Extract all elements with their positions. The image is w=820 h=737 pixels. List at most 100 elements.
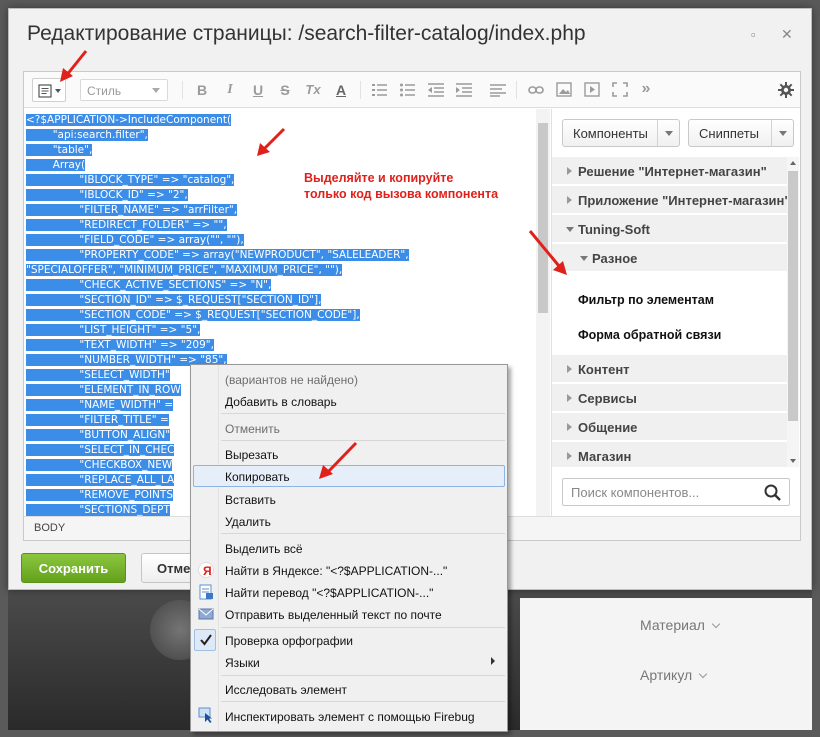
- text-color-icon[interactable]: A: [333, 82, 349, 98]
- search-placeholder: Поиск компонентов...: [571, 485, 700, 500]
- article-filter[interactable]: Артикул: [640, 667, 708, 683]
- menu-languages[interactable]: Языки: [225, 656, 260, 670]
- selected-code-text: "LIST_HEIGHT" => "5",: [26, 324, 201, 336]
- style-select-value: Стиль: [87, 84, 122, 98]
- yandex-icon: Я: [198, 562, 214, 578]
- tree-item-content[interactable]: Контент: [552, 355, 787, 383]
- code-line: "BUTTON_ALIGN": [26, 428, 171, 443]
- menu-cut[interactable]: Вырезать: [225, 448, 278, 462]
- outdent-icon[interactable]: [428, 83, 444, 97]
- annotation-arrow-icon: [257, 127, 286, 156]
- clear-format-icon[interactable]: Tx: [305, 82, 321, 97]
- selected-code-text: "SECTION_ID" => $_REQUEST["SECTION_ID"],: [26, 294, 322, 306]
- tree-item-shop[interactable]: Магазин: [552, 442, 787, 467]
- code-scrollbar[interactable]: [536, 109, 550, 516]
- fullscreen-icon[interactable]: [612, 82, 628, 97]
- more-tools-icon[interactable]: »: [638, 80, 654, 98]
- bold-icon[interactable]: B: [194, 82, 210, 98]
- selected-code-text: "BUTTON_ALIGN": [26, 429, 171, 441]
- chevron-down-icon: [152, 88, 160, 93]
- search-icon[interactable]: [764, 484, 781, 501]
- align-icon[interactable]: [490, 83, 506, 97]
- link-icon[interactable]: [528, 83, 544, 97]
- image-icon[interactable]: [556, 82, 572, 97]
- menu-select-all[interactable]: Выделить всё: [225, 542, 303, 556]
- video-icon[interactable]: [584, 82, 600, 97]
- code-line: "REPLACE_ALL_LA: [26, 473, 175, 488]
- tree-item-tuning-soft[interactable]: Tuning-Soft: [552, 215, 787, 243]
- code-line: "api:search.filter",: [26, 128, 148, 143]
- code-line: "SPECIALOFFER", "MINIMUM_PRICE", "MAXIMU…: [26, 263, 343, 278]
- tree-item-eshop-app[interactable]: Приложение "Интернет-магазин": [552, 186, 787, 214]
- scroll-down-icon[interactable]: [790, 459, 796, 463]
- menu-paste[interactable]: Вставить: [225, 493, 276, 507]
- ordered-list-icon[interactable]: [372, 83, 388, 97]
- code-line: "FILTER_TITLE" =: [26, 413, 169, 428]
- scroll-up-icon[interactable]: [790, 161, 796, 165]
- strikethrough-icon[interactable]: S: [277, 82, 293, 98]
- style-select[interactable]: Стиль: [80, 79, 168, 101]
- hint-line-1: Выделяйте и копируйте: [304, 171, 454, 185]
- annotation-arrow-icon: [319, 441, 358, 479]
- instruction-annotation: Выделяйте и копируйте только код вызова …: [304, 170, 498, 202]
- components-button[interactable]: Компоненты: [562, 119, 680, 147]
- editor-toolbar: Стиль B I U S Tx A »: [24, 72, 800, 108]
- selected-code-text: "IBLOCK_ID" => "2",: [26, 189, 188, 201]
- code-scrollbar-thumb[interactable]: [538, 123, 548, 313]
- indent-icon[interactable]: [456, 83, 472, 97]
- components-tree: Решение "Интернет-магазин" Приложение "И…: [552, 157, 787, 467]
- save-button[interactable]: Сохранить: [21, 553, 126, 583]
- selected-code-text: "TEXT_WIDTH" => "209",: [26, 339, 214, 351]
- source-mode-icon: [38, 84, 52, 98]
- tree-item-eshop-solution[interactable]: Решение "Интернет-магазин": [552, 157, 787, 185]
- selected-code-text: "CHECKBOX_NEW: [26, 459, 173, 471]
- toolbar-divider: [182, 81, 183, 99]
- selected-code-text: "IBLOCK_TYPE" => "catalog",: [26, 174, 235, 186]
- article-label: Артикул: [640, 667, 693, 683]
- selected-code-text: "NAME_WIDTH" =: [26, 399, 174, 411]
- menu-inspect[interactable]: Исследовать элемент: [225, 683, 347, 697]
- chevron-down-icon[interactable]: [657, 120, 679, 146]
- tree-scrollbar[interactable]: [787, 157, 799, 467]
- leaf-element-filter[interactable]: Фильтр по элементам: [578, 293, 714, 307]
- underline-icon[interactable]: U: [250, 82, 266, 98]
- code-line: "SECTIONS_DEPT: [26, 503, 170, 516]
- material-filter[interactable]: Материал: [640, 617, 721, 633]
- leaf-feedback-form[interactable]: Форма обратной связи: [578, 328, 721, 342]
- menu-delete[interactable]: Удалить: [225, 515, 271, 529]
- selected-code-text: "FIELD_CODE" => array("", ""),: [26, 234, 244, 246]
- element-path[interactable]: BODY: [34, 522, 65, 534]
- chevron-down-icon[interactable]: [771, 120, 793, 146]
- unordered-list-icon[interactable]: [400, 83, 416, 97]
- menu-separator: [221, 440, 505, 441]
- menu-translate[interactable]: Найти перевод "<?$APPLICATION-...": [225, 586, 433, 600]
- checkmark-icon: [200, 634, 212, 646]
- selected-code-text: "CHECK_ACTIVE_SECTIONS" => "N",: [26, 279, 272, 291]
- tree-item-misc[interactable]: Разное: [552, 244, 787, 272]
- tree-item-communication[interactable]: Общение: [552, 413, 787, 441]
- menu-separator: [221, 533, 505, 534]
- code-line: "FIELD_CODE" => array("", ""),: [26, 233, 244, 248]
- code-line: <?$APPLICATION->IncludeComponent(: [26, 113, 232, 128]
- italic-icon[interactable]: I: [222, 82, 238, 98]
- menu-send-email[interactable]: Отправить выделенный текст по почте: [225, 608, 442, 622]
- selected-code-text: "FILTER_NAME" => "arrFilter",: [26, 204, 238, 216]
- menu-copy[interactable]: Копировать: [225, 470, 290, 484]
- gear-icon[interactable]: [778, 82, 794, 98]
- component-search-input[interactable]: Поиск компонентов...: [562, 478, 790, 506]
- code-line: "TEXT_WIDTH" => "209",: [26, 338, 214, 353]
- snippets-button[interactable]: Сниппеты: [688, 119, 794, 147]
- maximize-button[interactable]: ▫: [751, 27, 756, 42]
- menu-undo[interactable]: Отменить: [225, 422, 280, 436]
- hint-line-2: только код вызова компонента: [304, 187, 499, 201]
- selected-code-text: "SPECIALOFFER", "MINIMUM_PRICE", "MAXIMU…: [26, 264, 343, 276]
- menu-add-dictionary[interactable]: Добавить в словарь: [225, 395, 337, 409]
- menu-spellcheck[interactable]: Проверка орфографии: [225, 634, 353, 648]
- tree-scrollbar-thumb[interactable]: [788, 171, 798, 421]
- context-menu: (вариантов не найдено) Добавить в словар…: [190, 364, 508, 732]
- tree-item-services[interactable]: Сервисы: [552, 384, 787, 412]
- menu-yandex-search[interactable]: Найти в Яндексе: "<?$APPLICATION-...": [225, 564, 447, 578]
- menu-firebug-inspect[interactable]: Инспектировать элемент с помощью Firebug: [225, 710, 475, 724]
- close-button[interactable]: ✕: [781, 26, 793, 43]
- code-line: "CHECKBOX_NEW: [26, 458, 173, 473]
